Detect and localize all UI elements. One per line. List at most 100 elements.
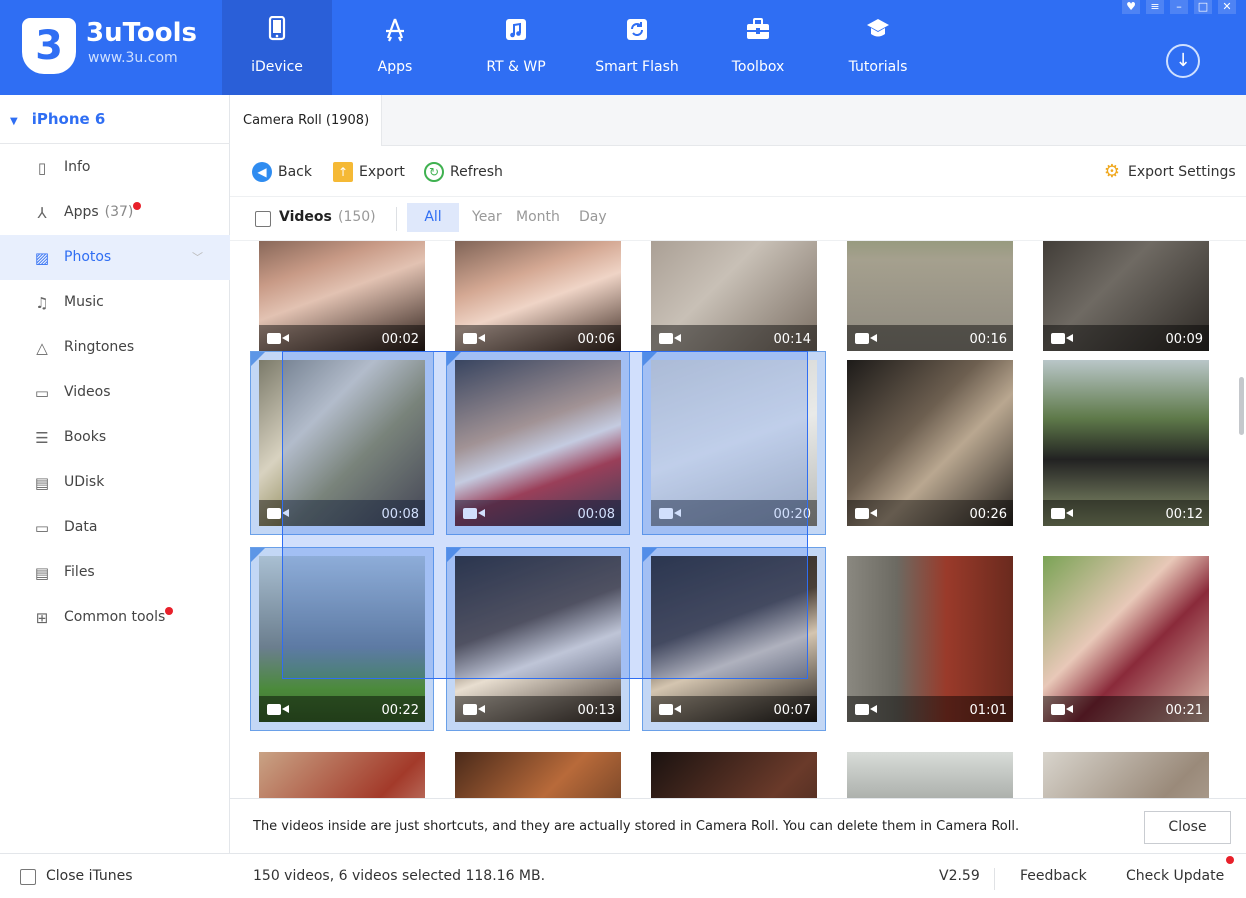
sidebar-item-files[interactable]: ▤ Files bbox=[0, 550, 230, 595]
select-all-checkbox[interactable] bbox=[255, 211, 271, 227]
nav-label: Toolbox bbox=[731, 59, 785, 75]
sidebar-item-info[interactable]: ▯ Info bbox=[0, 145, 230, 190]
refresh-button[interactable]: ↻ Refresh bbox=[424, 162, 503, 182]
nav-toolbox[interactable]: Toolbox bbox=[703, 0, 813, 95]
caret-down-icon: ▼ bbox=[10, 116, 18, 127]
video-camera-icon bbox=[659, 332, 681, 345]
thumbnail-overlay-bar: 00:06 bbox=[455, 325, 621, 351]
video-thumbnail[interactable]: 00:02 bbox=[259, 241, 425, 351]
video-thumbnail[interactable] bbox=[847, 752, 1013, 798]
feedback-link[interactable]: Feedback bbox=[1020, 868, 1087, 884]
export-icon: ↑ bbox=[333, 162, 353, 182]
sidebar-item-label: Files bbox=[64, 564, 95, 580]
export-button[interactable]: ↑ Export bbox=[333, 162, 405, 182]
back-button[interactable]: ◀ Back bbox=[252, 162, 312, 182]
export-label: Export bbox=[359, 164, 405, 180]
video-thumbnail[interactable] bbox=[455, 752, 621, 798]
sidebar-item-music[interactable]: ♫ Music bbox=[0, 280, 230, 325]
video-duration: 00:14 bbox=[773, 332, 811, 347]
sidebar-item-label: Common tools bbox=[64, 609, 166, 625]
video-thumbnail[interactable] bbox=[259, 752, 425, 798]
close-button[interactable]: Close bbox=[1144, 811, 1231, 844]
filter-all[interactable]: All bbox=[407, 203, 459, 232]
tab-camera-roll[interactable]: Camera Roll (1908) bbox=[230, 95, 382, 146]
nav-apps[interactable]: Apps bbox=[340, 0, 450, 95]
vertical-scrollbar[interactable] bbox=[1239, 377, 1244, 435]
device-selector[interactable]: ▼ iPhone 6 bbox=[0, 95, 230, 144]
filter-year[interactable]: Year bbox=[472, 209, 502, 225]
video-camera-icon bbox=[1051, 703, 1073, 716]
video-thumbnail[interactable]: 00:16 bbox=[847, 241, 1013, 351]
sidebar-item-udisk[interactable]: ▤ UDisk bbox=[0, 460, 230, 505]
sidebar-item-label: Data bbox=[64, 519, 98, 535]
nav-rt-wp[interactable]: RT & WP bbox=[461, 0, 571, 95]
thumbnail-overlay-bar: 00:12 bbox=[1043, 500, 1209, 526]
music-icon: ♫ bbox=[35, 294, 49, 312]
maximize-icon[interactable]: □ bbox=[1194, 0, 1212, 14]
logo-badge: 3 bbox=[22, 18, 76, 74]
close-icon[interactable]: ✕ bbox=[1218, 0, 1236, 14]
sidebar-item-photos[interactable]: ▨ Photos ﹀ bbox=[0, 235, 230, 280]
app-url: www.3u.com bbox=[88, 50, 178, 66]
close-itunes-checkbox[interactable] bbox=[20, 869, 36, 885]
refresh-icon: ↻ bbox=[424, 162, 444, 182]
selection-marquee bbox=[282, 351, 808, 679]
back-label: Back bbox=[278, 164, 312, 180]
download-icon[interactable]: ↓ bbox=[1166, 44, 1200, 78]
video-duration: 00:16 bbox=[969, 332, 1007, 347]
skin-icon[interactable]: ♥ bbox=[1122, 0, 1140, 14]
nav-idevice[interactable]: iDevice bbox=[222, 0, 332, 95]
nav-smart-flash[interactable]: Smart Flash bbox=[582, 0, 692, 95]
file-icon: ▤ bbox=[34, 564, 50, 582]
filter-day[interactable]: Day bbox=[579, 209, 607, 225]
sidebar-item-label: Books bbox=[64, 429, 107, 445]
video-thumbnail[interactable]: 00:26 bbox=[847, 360, 1013, 526]
thumbnail-overlay-bar: 00:26 bbox=[847, 500, 1013, 526]
photos-icon: ▨ bbox=[34, 249, 50, 267]
thumbnail-overlay-bar: 00:09 bbox=[1043, 325, 1209, 351]
chevron-down-icon[interactable]: ﹀ bbox=[192, 235, 203, 280]
sidebar-item-common-tools[interactable]: ⊞ Common tools bbox=[0, 595, 230, 640]
video-camera-icon bbox=[1051, 332, 1073, 345]
filter-month[interactable]: Month bbox=[516, 209, 560, 225]
video-duration: 00:13 bbox=[577, 703, 615, 718]
filter-divider bbox=[396, 207, 397, 231]
video-thumbnail[interactable]: 00:21 bbox=[1043, 556, 1209, 722]
sidebar: ▼ iPhone 6 ▯ Info ⅄ Apps (37) ▨ Photos ﹀ ♫… bbox=[0, 95, 230, 898]
export-settings-button[interactable]: ⚙ Export Settings bbox=[1102, 162, 1236, 182]
video-duration: 00:26 bbox=[969, 507, 1007, 522]
menu-icon[interactable]: ≡ bbox=[1146, 0, 1164, 14]
video-camera-icon bbox=[463, 332, 485, 345]
folder-icon: ▭ bbox=[34, 519, 50, 537]
video-duration: 00:22 bbox=[381, 703, 419, 718]
video-camera-icon bbox=[267, 703, 289, 716]
close-itunes-label: Close iTunes bbox=[46, 868, 133, 884]
video-thumbnail[interactable] bbox=[651, 752, 817, 798]
books-icon: ☰ bbox=[35, 429, 49, 447]
video-duration: 00:09 bbox=[1165, 332, 1203, 347]
check-update-link[interactable]: Check Update bbox=[1126, 868, 1224, 884]
sidebar-item-videos[interactable]: ▭ Videos bbox=[0, 370, 230, 415]
version-label: V2.59 bbox=[939, 868, 980, 884]
video-thumbnail[interactable]: 00:09 bbox=[1043, 241, 1209, 351]
nav-label: RT & WP bbox=[486, 59, 546, 75]
minimize-icon[interactable]: – bbox=[1170, 0, 1188, 14]
sidebar-item-books[interactable]: ☰ Books bbox=[0, 415, 230, 460]
sidebar-item-apps[interactable]: ⅄ Apps (37) bbox=[0, 190, 230, 235]
video-thumbnail[interactable] bbox=[1043, 752, 1209, 798]
video-thumbnail[interactable]: 00:14 bbox=[651, 241, 817, 351]
nav-label: iDevice bbox=[251, 59, 303, 75]
video-thumbnail[interactable]: 01:01 bbox=[847, 556, 1013, 722]
nav-label: Tutorials bbox=[848, 59, 908, 75]
video-camera-icon bbox=[855, 703, 877, 716]
videos-count: (150) bbox=[338, 209, 376, 225]
nav-tutorials[interactable]: Tutorials bbox=[823, 0, 933, 95]
sidebar-item-ringtones[interactable]: △ Ringtones bbox=[0, 325, 230, 370]
refresh-icon bbox=[627, 19, 647, 40]
video-thumbnail[interactable]: 00:12 bbox=[1043, 360, 1209, 526]
info-icon: ▯ bbox=[37, 159, 47, 177]
video-camera-icon bbox=[267, 332, 289, 345]
sidebar-item-data[interactable]: ▭ Data bbox=[0, 505, 230, 550]
video-camera-icon bbox=[855, 332, 877, 345]
video-thumbnail[interactable]: 00:06 bbox=[455, 241, 621, 351]
